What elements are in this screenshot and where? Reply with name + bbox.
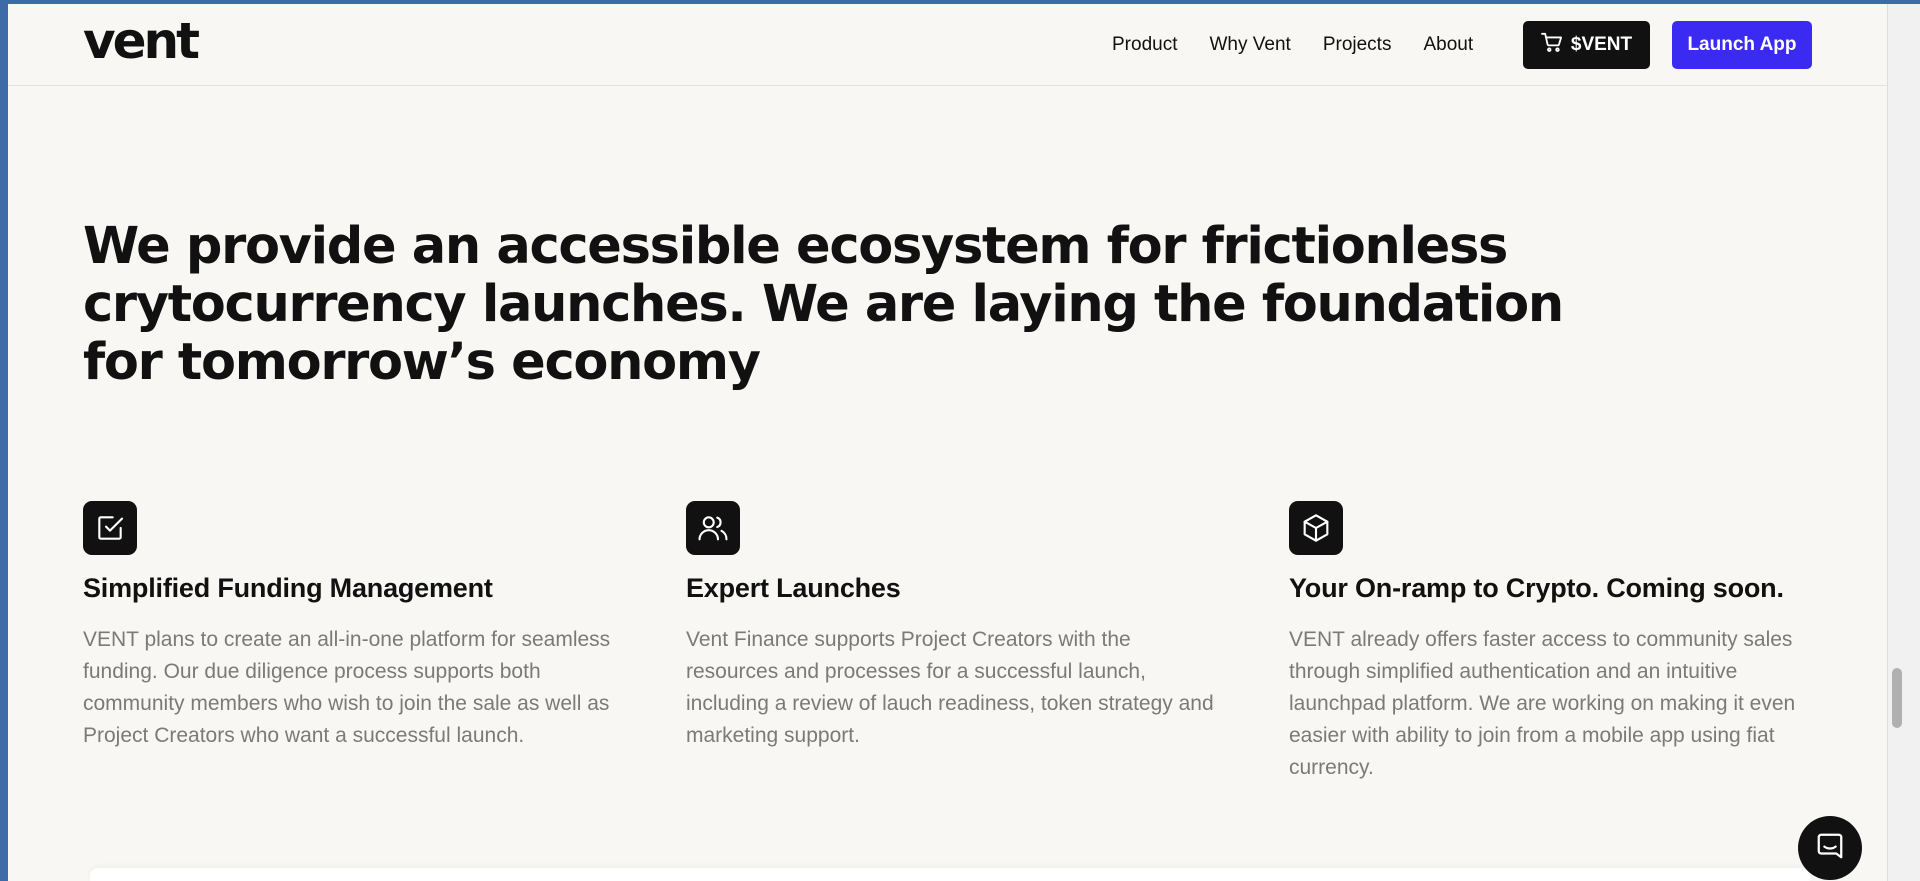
feature-description: Vent Finance supports Project Creators w… (686, 628, 1214, 747)
chat-launcher-button[interactable] (1798, 816, 1862, 880)
scrollbar-track[interactable] (1887, 4, 1920, 881)
cube-icon (1289, 501, 1343, 555)
page: vent Product Why Vent Projects About $VE… (8, 4, 1887, 881)
feature-expert-launches: Expert Launches Vent Finance supports Pr… (686, 501, 1226, 752)
nav-link-why-vent[interactable]: Why Vent (1209, 34, 1290, 56)
cart-icon (1540, 32, 1563, 58)
feature-title: Simplified Funding Management (83, 573, 493, 603)
vent-token-label: $VENT (1570, 34, 1633, 55)
next-section-card (90, 868, 1810, 881)
feature-simplified-funding: Simplified Funding Management VENT plans… (83, 501, 623, 752)
nav-link-about[interactable]: About (1423, 34, 1473, 56)
feature-on-ramp: Your On-ramp to Crypto. Coming soon. VEN… (1289, 501, 1829, 784)
nav-link-projects[interactable]: Projects (1323, 34, 1392, 56)
checkbox-icon (83, 501, 137, 555)
vent-token-button[interactable]: $VENT (1523, 21, 1650, 69)
feature-description: VENT already offers faster access to com… (1289, 628, 1796, 779)
users-icon (686, 501, 740, 555)
feature-description: VENT plans to create an all-in-one platf… (83, 628, 611, 747)
launch-app-button[interactable]: Launch App (1672, 21, 1812, 69)
top-navbar: vent Product Why Vent Projects About $VE… (8, 4, 1887, 86)
feature-title: Expert Launches (686, 573, 901, 603)
hero-headline: We provide an accessible ecosystem for f… (83, 217, 1564, 392)
feature-title: Your On-ramp to Crypto. Coming soon. (1289, 573, 1784, 603)
scrollbar-thumb[interactable] (1892, 668, 1902, 728)
nav-links: Product Why Vent Projects About (1112, 34, 1505, 56)
nav-link-product[interactable]: Product (1112, 34, 1177, 56)
chat-icon (1815, 831, 1845, 866)
vent-logo[interactable]: vent (83, 16, 200, 66)
